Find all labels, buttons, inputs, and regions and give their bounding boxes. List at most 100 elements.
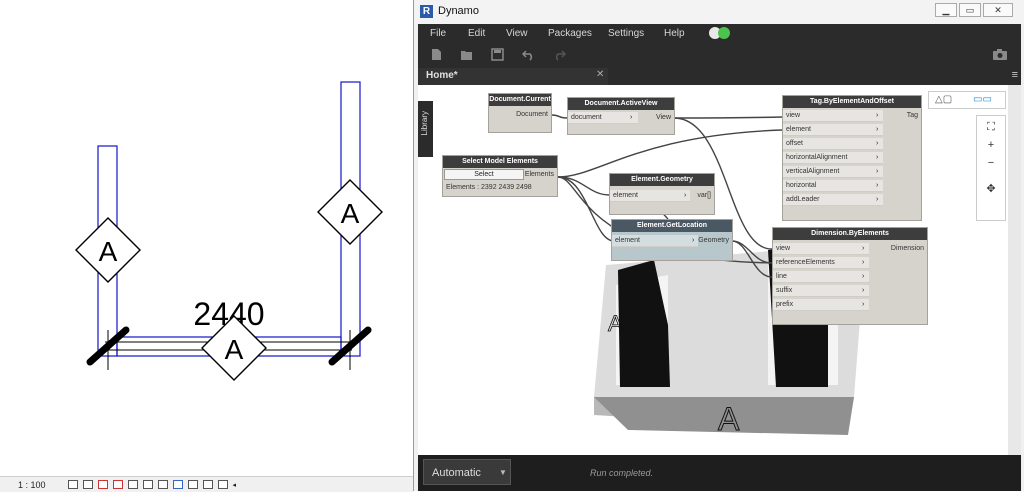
output-port-elements[interactable]: Elements: [525, 169, 554, 181]
visual-style-icon[interactable]: [82, 480, 93, 489]
analytical-model-icon[interactable]: [217, 480, 228, 489]
zoom-in-icon[interactable]: +: [983, 138, 999, 152]
node-title: Dimension.ByElements: [773, 228, 927, 240]
geometry-view-icon[interactable]: △▢: [935, 94, 952, 105]
node-select-model-elements[interactable]: Select Model Elements Select Elements El…: [442, 155, 558, 197]
input-label: horizontalAlignment: [786, 154, 848, 161]
tab-close-icon[interactable]: ✕: [596, 69, 604, 80]
revit-view[interactable]: 2440 A A A 1 : 100 ◂: [0, 0, 413, 492]
workspace-canvas[interactable]: A A Library Document.Current Document Do…: [418, 85, 1008, 455]
node-element-geometry[interactable]: Element.Geometry element › var[]: [609, 173, 715, 215]
node-title: Tag.ByElementAndOffset: [783, 96, 921, 108]
tab-bar: Home* ✕ ≡: [418, 68, 1021, 85]
node-document-current[interactable]: Document.Current Document: [488, 93, 552, 133]
pan-icon[interactable]: ✥: [983, 182, 999, 196]
redo-icon[interactable]: [553, 48, 566, 61]
output-port-view[interactable]: View: [656, 112, 671, 124]
window-title: Dynamo: [438, 5, 479, 17]
input-arrow-icon: ›: [876, 196, 879, 203]
zoom-out-icon[interactable]: −: [983, 156, 999, 170]
input-arrow-icon: ›: [876, 112, 879, 119]
camera-icon[interactable]: [992, 48, 1008, 61]
node-title: Document.ActiveView: [568, 98, 674, 110]
sun-path-icon[interactable]: [97, 480, 108, 489]
floor-plan-drawing[interactable]: 2440 A A A: [0, 0, 413, 476]
input-label: addLeader: [786, 196, 820, 203]
vertical-scrollbar[interactable]: [1008, 85, 1021, 455]
node-title: Element.Geometry: [610, 174, 714, 186]
worksharing-icon[interactable]: [202, 480, 213, 489]
node-document-active-view[interactable]: Document.ActiveView document › View: [567, 97, 675, 135]
input-label: verticalAlignment: [786, 168, 840, 175]
input-label: view: [786, 112, 801, 119]
temporary-hide-icon[interactable]: [172, 480, 183, 489]
input-label: prefix: [776, 301, 794, 308]
menu-bar: File Edit View Packages Settings Help: [418, 24, 1021, 43]
open-file-icon[interactable]: [460, 48, 473, 61]
view-scale[interactable]: 1 : 100: [18, 480, 46, 490]
undo-icon[interactable]: [522, 48, 535, 61]
scroll-left-icon[interactable]: ◂: [233, 481, 237, 489]
input-label-element: element: [613, 192, 638, 199]
unlock-3d-icon[interactable]: [157, 480, 168, 489]
library-label: Library: [420, 111, 429, 136]
node-title: Element.GetLocation: [612, 220, 732, 232]
menu-help[interactable]: Help: [664, 28, 685, 39]
run-mode-select[interactable]: Automatic ▼: [423, 459, 511, 485]
save-icon[interactable]: [491, 48, 504, 61]
node-element-get-location[interactable]: Element.GetLocation element › Geometry: [611, 219, 733, 261]
menu-view[interactable]: View: [506, 28, 528, 39]
title-bar: R Dynamo ▁ ▭ ✕: [414, 0, 1024, 24]
menu-packages[interactable]: Packages: [548, 28, 592, 39]
input-arrow-icon: ›: [862, 287, 865, 294]
input-label-document: document: [571, 114, 602, 121]
output-port-geometry[interactable]: Geometry: [698, 235, 729, 247]
chevron-down-icon: ▼: [499, 468, 507, 477]
input-arrow-icon: ›: [876, 154, 879, 161]
connection-status-icon[interactable]: [718, 27, 730, 39]
graph-view-icon[interactable]: ▭▭: [973, 94, 992, 105]
input-label: horizontal: [786, 182, 817, 189]
shadows-icon[interactable]: [112, 480, 123, 489]
menu-file[interactable]: File: [430, 28, 446, 39]
node-tag-by-element-and-offset[interactable]: Tag.ByElementAndOffset view › element › …: [782, 95, 922, 221]
input-label: line: [776, 273, 787, 280]
input-port-line[interactable]: [773, 271, 869, 283]
tab-list-icon[interactable]: ≡: [1012, 69, 1018, 81]
navigation-panel: ⛶ + − ✥: [976, 115, 1006, 221]
reveal-hidden-icon[interactable]: [187, 480, 198, 489]
tab-home-label: Home*: [426, 70, 458, 81]
wall-tag-left[interactable]: A: [75, 217, 141, 283]
maximize-button[interactable]: ▭: [959, 3, 981, 17]
wall-tag-right[interactable]: A: [317, 179, 383, 245]
input-arrow-icon: ›: [862, 273, 865, 280]
input-arrow-icon: ›: [876, 182, 879, 189]
close-button[interactable]: ✕: [983, 3, 1013, 17]
select-button[interactable]: Select: [444, 169, 524, 180]
library-panel-toggle[interactable]: Library: [418, 101, 433, 157]
menu-settings[interactable]: Settings: [608, 28, 644, 39]
output-port-dimension[interactable]: Dimension: [891, 243, 924, 255]
svg-text:A: A: [341, 198, 360, 229]
output-port-var[interactable]: var[]: [697, 190, 711, 202]
dynamo-window: R Dynamo ▁ ▭ ✕ File Edit View Packages S…: [413, 0, 1024, 491]
input-label: element: [786, 126, 811, 133]
svg-text:A: A: [225, 334, 244, 365]
zoom-fit-icon[interactable]: ⛶: [983, 120, 999, 134]
input-arrow-icon: ›: [876, 140, 879, 147]
input-arrow-icon: ›: [876, 168, 879, 175]
output-port-tag[interactable]: Tag: [907, 110, 918, 122]
input-arrow-icon: ›: [862, 259, 865, 266]
output-port-document[interactable]: Document: [516, 109, 548, 121]
show-crop-icon[interactable]: [142, 480, 153, 489]
crop-view-icon[interactable]: [127, 480, 138, 489]
new-file-icon[interactable]: [430, 48, 443, 61]
detail-level-icon[interactable]: [67, 480, 78, 489]
selection-summary: Elements : 2392 2439 2498: [446, 184, 532, 191]
node-dimension-by-elements[interactable]: Dimension.ByElements view › referenceEle…: [772, 227, 928, 325]
tab-home[interactable]: Home* ✕: [418, 68, 608, 85]
view-control-bar: 1 : 100 ◂: [0, 476, 413, 492]
input-label: suffix: [776, 287, 793, 294]
menu-edit[interactable]: Edit: [468, 28, 485, 39]
minimize-button[interactable]: ▁: [935, 3, 957, 17]
